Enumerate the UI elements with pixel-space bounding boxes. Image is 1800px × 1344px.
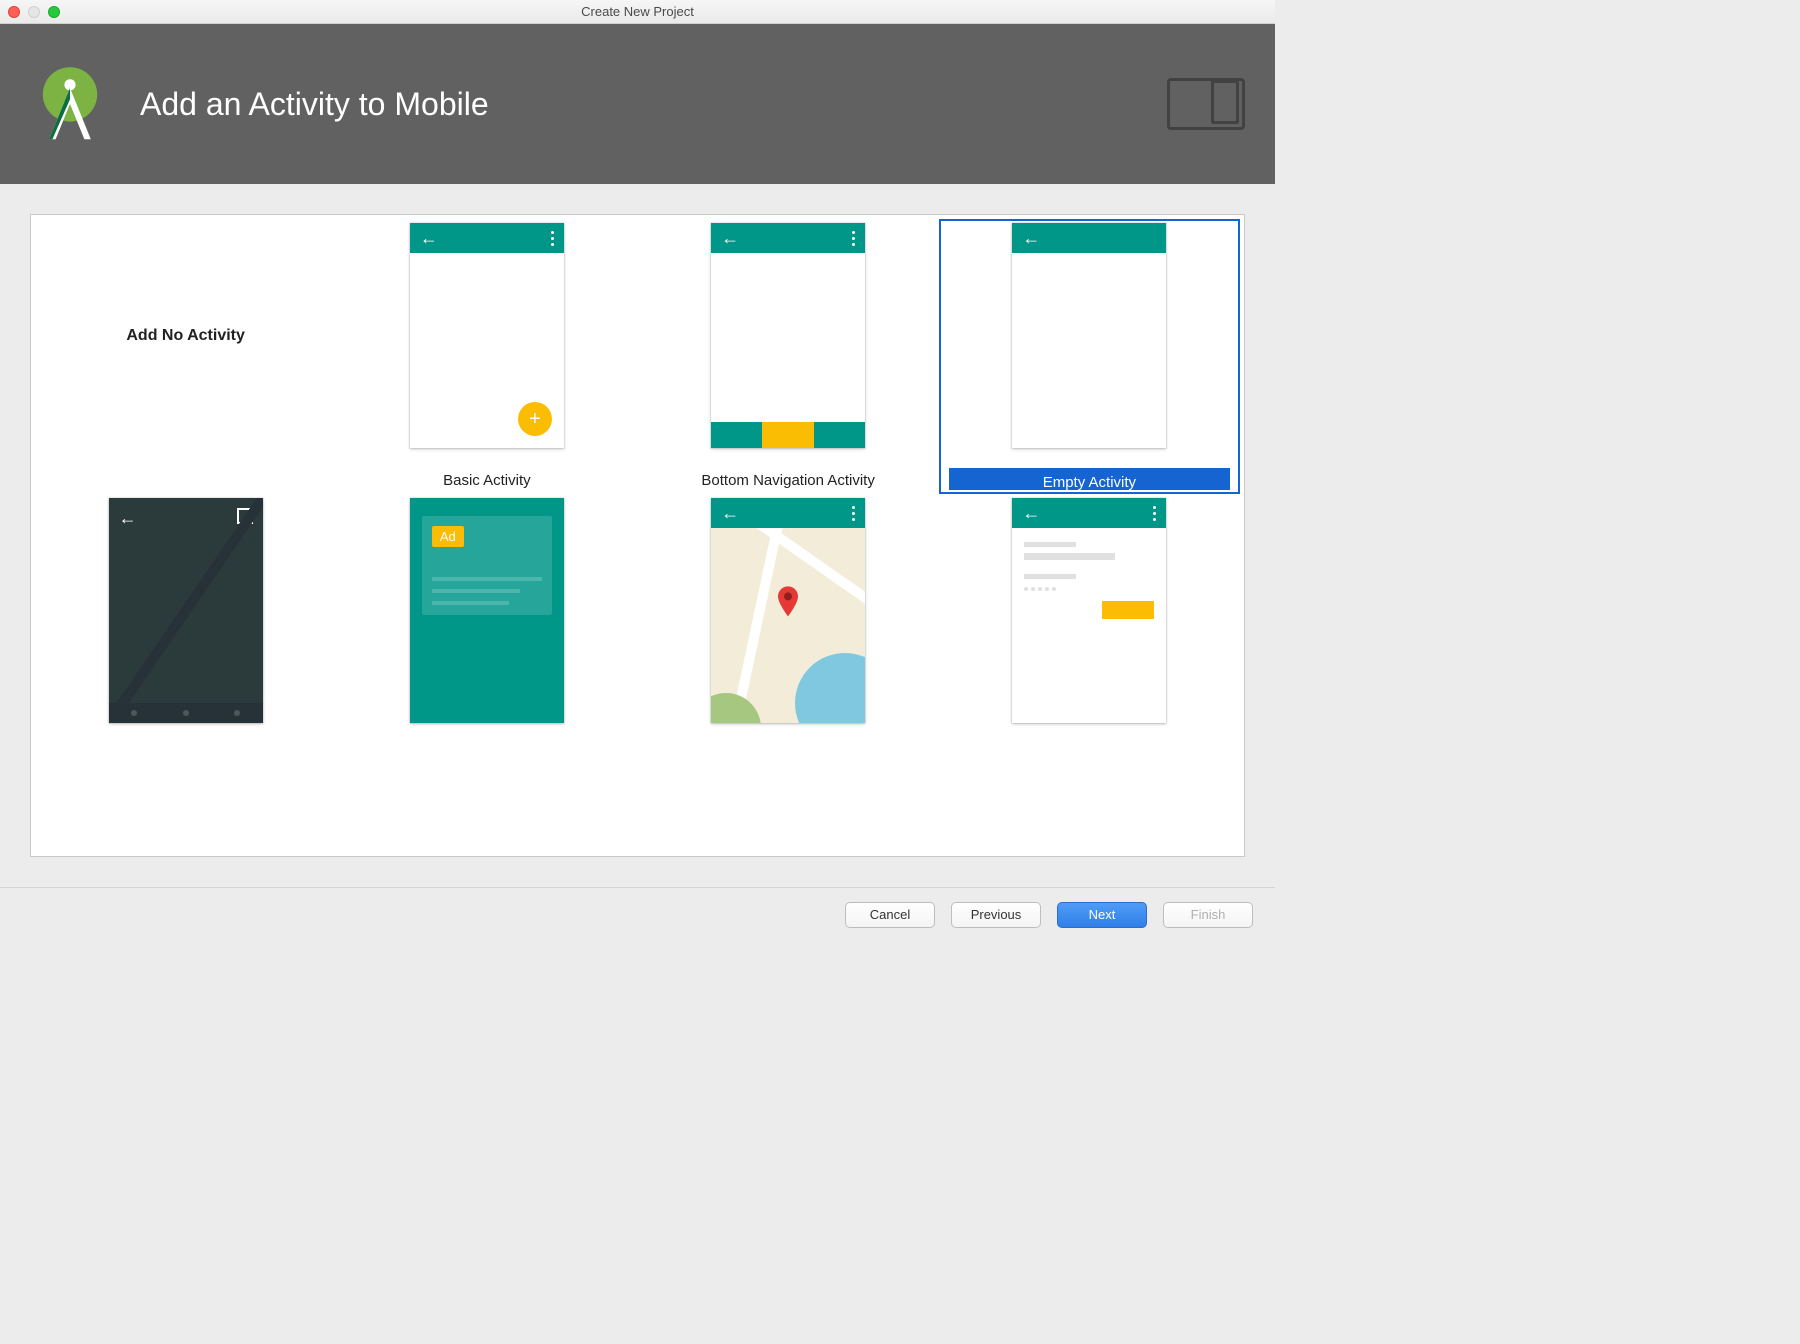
back-arrow-icon: ← [420,228,438,249]
login-button-icon [1102,601,1154,619]
activity-thumb: ← [711,223,865,448]
activity-tile-add-no-activity[interactable]: Add No Activity [35,219,336,494]
activity-tile-basic[interactable]: ← + Basic Activity [336,219,637,494]
activity-thumb: ← + [410,223,564,448]
next-button[interactable]: Next [1057,902,1147,928]
activity-gallery: Add No Activity ← + Basic Activity [30,214,1245,857]
wizard-header: Add an Activity to Mobile [0,24,1275,184]
wizard-title: Add an Activity to Mobile [140,86,489,123]
previous-button[interactable]: Previous [951,902,1041,928]
back-arrow-icon: ← [1022,228,1040,249]
cancel-button[interactable]: Cancel [845,902,935,928]
wizard-footer: Cancel Previous Next Finish [0,887,1275,941]
overflow-menu-icon [551,231,554,246]
finish-button: Finish [1163,902,1253,928]
overflow-menu-icon [1153,506,1156,521]
activity-thumb: ← [1012,223,1166,448]
ad-badge: Ad [432,526,464,547]
back-arrow-icon: ← [1022,503,1040,524]
activity-tile-fullscreen[interactable]: ← [35,494,336,769]
activity-label: Bottom Navigation Activity [701,472,874,494]
back-arrow-icon: ← [721,228,739,249]
activity-tile-empty[interactable]: ← Empty Activity [939,219,1240,494]
activity-thumb: ← [1012,498,1166,723]
activity-thumb: ← [109,498,263,723]
activity-tile-admob[interactable]: Ad [336,494,637,769]
activity-label: Basic Activity [443,472,531,494]
activity-thumb: Ad [410,498,564,723]
overflow-menu-icon [852,231,855,246]
activity-label: Empty Activity [949,468,1230,490]
fab-plus-icon: + [518,402,552,436]
overflow-menu-icon [852,506,855,521]
form-factor-icon [1167,78,1245,130]
activity-tile-maps[interactable]: ← [638,494,939,769]
titlebar: Create New Project [0,0,1275,24]
activity-thumb: ← [711,498,865,723]
back-arrow-icon: ← [721,503,739,524]
window-title: Create New Project [0,4,1275,19]
map-pin-icon [776,586,800,623]
wizard-content: Add No Activity ← + Basic Activity [0,184,1275,887]
activity-tile-login[interactable]: ← [939,494,1240,769]
android-studio-logo-icon [30,64,110,144]
activity-tile-bottom-navigation[interactable]: ← Bottom Navigation Activity [638,219,939,494]
activity-thumb: Add No Activity [109,223,263,448]
